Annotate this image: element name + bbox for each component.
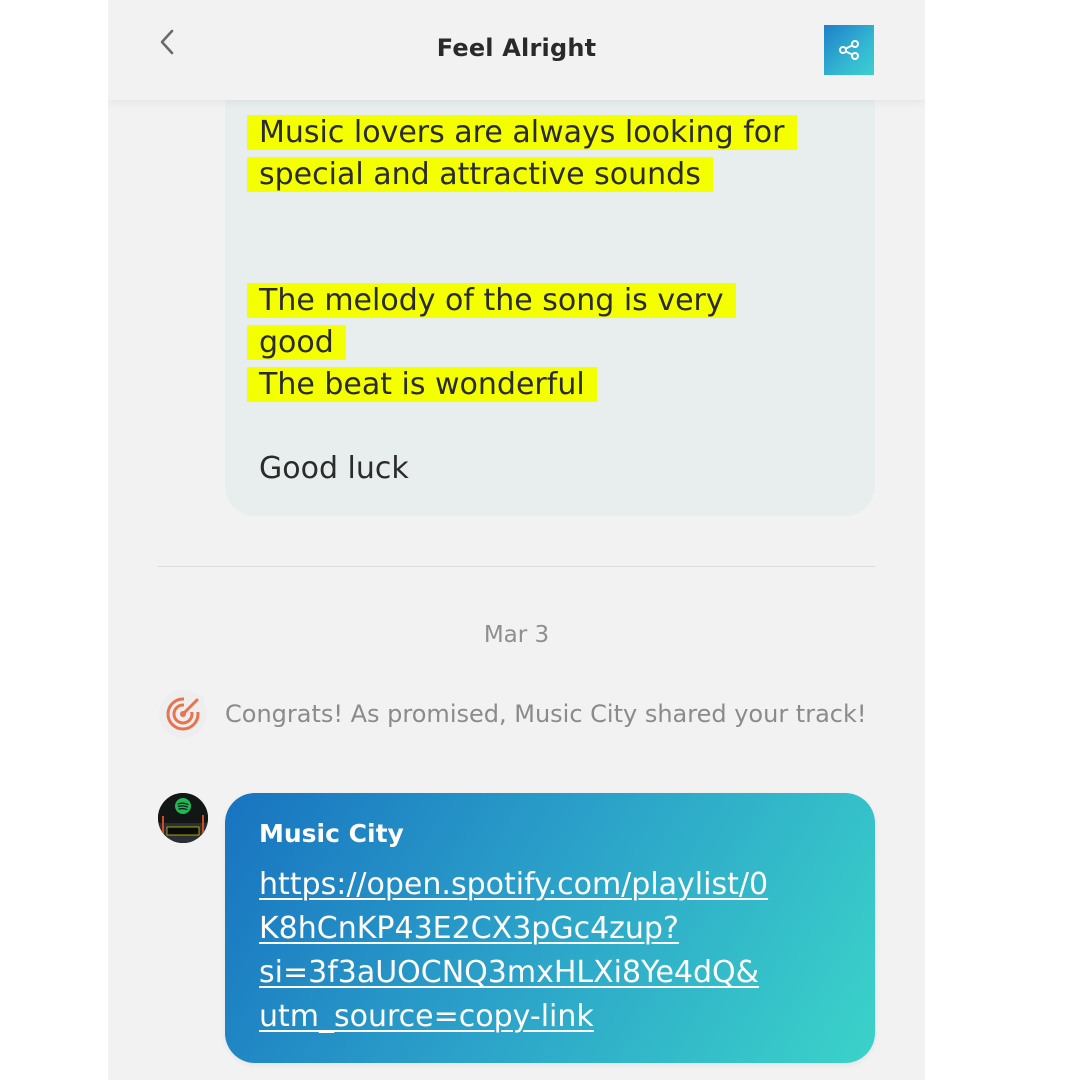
avatar[interactable]: [158, 793, 208, 843]
share-button[interactable]: [824, 25, 874, 75]
notification-avatar: [159, 690, 207, 738]
top-bar: Feel Alright: [108, 0, 925, 100]
target-icon: [166, 696, 204, 731]
divider: [158, 566, 875, 567]
message-line: The melody of the song is very: [247, 280, 736, 322]
link-line[interactable]: https://open.spotify.com/playlist/0: [259, 863, 859, 907]
message-card: Music lovers are always looking for spec…: [225, 70, 875, 516]
spotify-avatar-icon: [158, 793, 208, 843]
message-line: good: [247, 322, 346, 364]
phone-screen: Music lovers are always looking for spec…: [108, 0, 925, 1080]
share-icon: [839, 40, 859, 60]
message-line: Good luck: [259, 451, 409, 486]
link-line[interactable]: si=3f3aUOCNQ3mxHLXi8Ye4dQ&: [259, 951, 859, 995]
playlist-link[interactable]: https://open.spotify.com/playlist/0 K8hC…: [259, 863, 859, 1039]
page-title: Feel Alright: [436, 34, 597, 62]
message-line: special and attractive sounds: [247, 154, 713, 196]
sender-name: Music City: [259, 819, 404, 848]
date-separator: Mar 3: [483, 622, 550, 648]
notification-text: Congrats! As promised, Music City shared…: [225, 700, 867, 728]
link-line[interactable]: K8hCnKP43E2CX3pGc4zup?: [259, 907, 859, 951]
message-line: The beat is wonderful: [247, 364, 597, 406]
chat-bubble: Music City https://open.spotify.com/play…: [225, 793, 875, 1063]
message-line: Music lovers are always looking for: [247, 112, 797, 154]
link-line[interactable]: utm_source=copy-link: [259, 995, 859, 1039]
